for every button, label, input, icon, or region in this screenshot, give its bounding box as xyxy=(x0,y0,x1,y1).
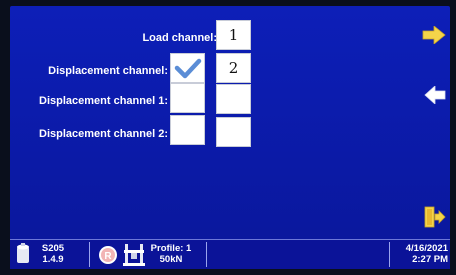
displacement-channel-1-checkbox[interactable] xyxy=(170,83,205,113)
displacement-channel-2-checkbox[interactable] xyxy=(170,115,205,145)
model-name: S205 xyxy=(41,243,65,254)
status-bar: S205 1.4.9 R Profile: 1 50kN 4/16/2021 2… xyxy=(10,239,450,269)
load-channel-label: Load channel: xyxy=(142,32,217,44)
firmware-version: 1.4.9 xyxy=(42,254,64,265)
back-button[interactable] xyxy=(424,85,446,109)
profile-number: Profile: 1 xyxy=(150,243,192,254)
status-time: 2:27 PM xyxy=(412,254,448,265)
load-channel-value[interactable]: 1 xyxy=(216,20,251,50)
arrow-right-icon xyxy=(422,25,446,45)
displacement-channel-1-value[interactable] xyxy=(216,84,251,114)
checkmark-icon xyxy=(174,58,201,79)
displacement-channel-1-label: Displacement channel 1: xyxy=(39,95,168,107)
load-cell-icon xyxy=(17,243,29,263)
displacement-channel-value[interactable]: 2 xyxy=(216,53,251,83)
displacement-channel-2-value[interactable] xyxy=(216,117,251,147)
exit-button[interactable] xyxy=(424,206,446,233)
arrow-left-icon xyxy=(424,85,446,105)
next-button[interactable] xyxy=(422,25,446,49)
status-date: 4/16/2021 xyxy=(405,243,448,254)
displacement-channel-2-label: Displacement channel 2: xyxy=(39,128,168,140)
load-capacity: 50kN xyxy=(159,254,183,265)
displacement-channel-checkbox[interactable] xyxy=(170,53,205,83)
displacement-channel-label: Displacement channel: xyxy=(48,65,168,77)
record-icon: R xyxy=(99,246,117,264)
device-screen: Load channel: Displacement channel: Disp… xyxy=(10,6,450,269)
exit-door-icon xyxy=(424,206,446,228)
svg-text:R: R xyxy=(104,251,112,262)
test-fixture-icon xyxy=(123,244,145,266)
